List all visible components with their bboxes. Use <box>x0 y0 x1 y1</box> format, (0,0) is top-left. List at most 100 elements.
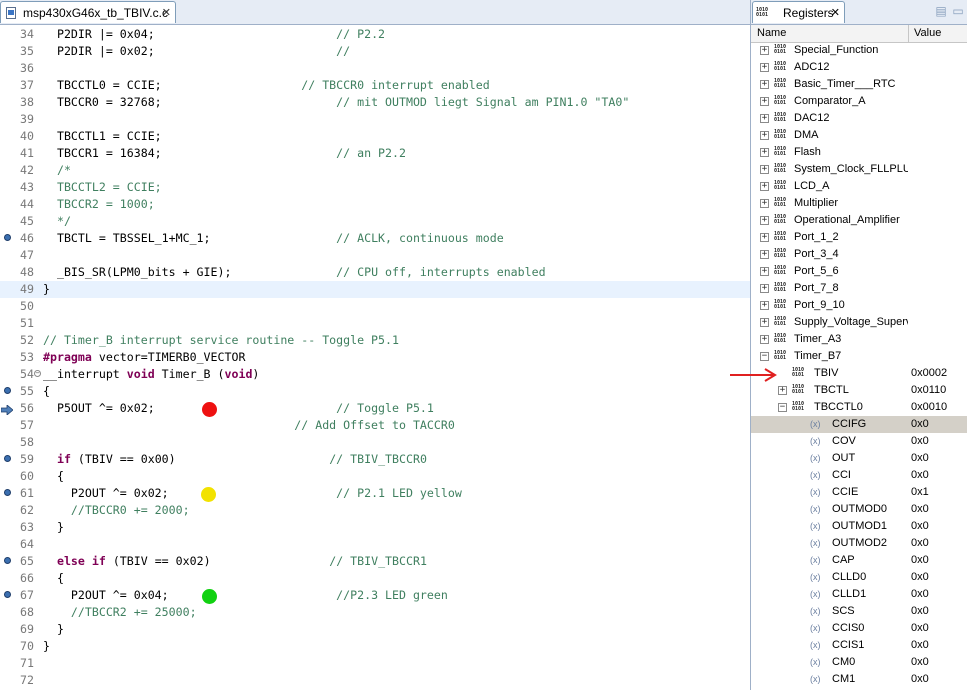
register-value[interactable]: 0x0 <box>911 518 929 535</box>
register-row[interactable]: +1010 0101 TBCTL 0x0110 <box>751 382 967 399</box>
expand-icon[interactable]: + <box>760 250 769 259</box>
breakpoint-marker-icon[interactable] <box>4 387 11 394</box>
code-line[interactable]: 68 //TBCCR2 += 25000; <box>0 604 750 621</box>
code-text[interactable]: /* <box>43 162 71 179</box>
register-value[interactable]: 0x0 <box>911 450 929 467</box>
register-value[interactable]: 0x0 <box>911 467 929 484</box>
code-line[interactable]: 58 <box>0 434 750 451</box>
code-line[interactable]: 38 TBCCR0 = 32768; // mit OUTMOD liegt S… <box>0 94 750 111</box>
code-text[interactable]: P5OUT ^= 0x02; // Toggle P5.1 <box>43 400 434 417</box>
register-row[interactable]: (x) OUTMOD2 0x0 <box>751 535 967 552</box>
code-text[interactable]: // Timer_B interrupt service routine -- … <box>43 332 399 349</box>
register-row[interactable]: +1010 0101 Port_9_10 <box>751 297 967 314</box>
code-line[interactable]: 34 P2DIR |= 0x04; // P2.2 <box>0 26 750 43</box>
code-text[interactable]: TBCCTL0 = CCIE; // TBCCR0 interrupt enab… <box>43 77 490 94</box>
expand-icon[interactable]: + <box>760 80 769 89</box>
code-text[interactable]: { <box>43 570 64 587</box>
code-line[interactable]: 59 if (TBIV == 0x00) // TBIV_TBCCR0 <box>0 451 750 468</box>
register-value[interactable]: 0x0 <box>911 416 929 433</box>
register-value[interactable]: 0x0 <box>911 654 929 671</box>
code-text[interactable]: P2DIR |= 0x04; // P2.2 <box>43 26 385 43</box>
code-text[interactable]: } <box>43 621 64 638</box>
register-value[interactable]: 0x0002 <box>911 365 947 382</box>
expand-icon[interactable]: + <box>760 97 769 106</box>
code-text[interactable]: P2DIR |= 0x02; // <box>43 43 350 60</box>
registers-view[interactable]: 1010 0101 Registers ✕ ▤ ▭ Name Value +101… <box>750 0 967 690</box>
code-editor[interactable]: msp430xG46x_tb_TBIV.c.c ✕ 34 P2DIR |= 0x… <box>0 0 750 690</box>
register-row[interactable]: (x) CCIE 0x1 <box>751 484 967 501</box>
code-line[interactable]: 70} <box>0 638 750 655</box>
register-row[interactable]: +1010 0101 Port_1_2 <box>751 229 967 246</box>
expand-icon[interactable]: + <box>760 199 769 208</box>
code-text[interactable]: } <box>43 519 64 536</box>
register-row[interactable]: +1010 0101 Port_3_4 <box>751 246 967 263</box>
code-text[interactable]: TBCCTL2 = CCIE; <box>43 179 162 196</box>
register-row[interactable]: (x) CLLD1 0x0 <box>751 586 967 603</box>
expand-icon[interactable]: + <box>760 63 769 72</box>
expand-icon[interactable]: + <box>760 114 769 123</box>
code-text[interactable]: P2OUT ^= 0x02; // P2.1 LED yellow <box>43 485 462 502</box>
code-line[interactable]: 72 <box>0 672 750 689</box>
register-row[interactable]: 1010 0101 TBIV 0x0002 <box>751 365 967 382</box>
register-value[interactable]: 0x0 <box>911 603 929 620</box>
code-text[interactable]: #pragma vector=TIMERB0_VECTOR <box>43 349 245 366</box>
code-text[interactable]: TBCCR1 = 16384; // an P2.2 <box>43 145 406 162</box>
expand-icon[interactable]: + <box>760 165 769 174</box>
code-text[interactable]: TBCCR2 = 1000; <box>43 196 155 213</box>
register-row[interactable]: (x) OUT 0x0 <box>751 450 967 467</box>
code-text[interactable]: */ <box>43 213 71 230</box>
register-row[interactable]: (x) CM1 0x0 <box>751 671 967 688</box>
collapse-icon[interactable]: − <box>760 352 769 361</box>
register-value[interactable]: 0x0 <box>911 671 929 688</box>
code-line[interactable]: 63 } <box>0 519 750 536</box>
expand-icon[interactable]: + <box>760 233 769 242</box>
register-row[interactable]: +10100101 Supply_Voltage_Supervisor <box>751 314 967 331</box>
column-separator[interactable] <box>908 25 909 42</box>
code-line[interactable]: 55 { <box>0 383 750 400</box>
registers-tab[interactable]: 1010 0101 Registers ✕ <box>752 1 845 23</box>
register-row[interactable]: (x) COV 0x0 <box>751 433 967 450</box>
register-value[interactable]: 0x0 <box>911 637 929 654</box>
register-value[interactable]: 0x0 <box>911 535 929 552</box>
code-text[interactable]: //TBCCR2 += 25000; <box>43 604 197 621</box>
code-area[interactable]: 34 P2DIR |= 0x04; // P2.2 35 P2DIR |= 0x0… <box>0 25 750 690</box>
close-icon[interactable]: ✕ <box>162 2 171 24</box>
register-value[interactable]: 0x0110 <box>911 382 946 399</box>
breakpoint-marker-icon[interactable] <box>4 455 11 462</box>
register-row[interactable]: +1010 0101 ADC12 <box>751 59 967 76</box>
expand-icon[interactable]: + <box>760 318 769 327</box>
code-line[interactable]: 41 TBCCR1 = 16384; // an P2.2 <box>0 145 750 162</box>
code-line[interactable]: 65 else if (TBIV == 0x02) // TBIV_TBCCR1 <box>0 553 750 570</box>
register-row[interactable]: (x) SCS 0x0 <box>751 603 967 620</box>
register-value[interactable]: 0x0 <box>911 620 929 637</box>
collapse-icon[interactable]: − <box>778 403 787 412</box>
register-row[interactable]: +1010 0101 Comparator_A <box>751 93 967 110</box>
expand-icon[interactable]: + <box>760 216 769 225</box>
register-row[interactable]: +1010 0101 Operational_Amplifier <box>751 212 967 229</box>
register-row[interactable]: −1010 0101 TBCCTL0 0x0010 <box>751 399 967 416</box>
code-line[interactable]: 46 TBCTL = TBSSEL_1+MC_1; // ACLK, conti… <box>0 230 750 247</box>
register-row[interactable]: (x) CCIFG 0x0 <box>751 416 967 433</box>
expand-icon[interactable]: + <box>760 46 769 55</box>
code-text[interactable]: TBCCTL1 = CCIE; <box>43 128 162 145</box>
register-row[interactable]: +1010 0101 Special_Function <box>751 42 967 59</box>
code-line[interactable]: 64 <box>0 536 750 553</box>
register-value[interactable]: 0x0 <box>911 552 929 569</box>
code-line[interactable]: 39 <box>0 111 750 128</box>
code-text[interactable]: else if (TBIV == 0x02) // TBIV_TBCCR1 <box>43 553 427 570</box>
minimize-icon[interactable]: ▭ <box>951 5 965 18</box>
view-menu-icon[interactable]: ▤ <box>934 5 948 18</box>
code-line[interactable]: 44 TBCCR2 = 1000; <box>0 196 750 213</box>
code-line[interactable]: 51 <box>0 315 750 332</box>
column-header-name[interactable]: Name <box>757 25 786 42</box>
register-row[interactable]: (x) CCIS1 0x0 <box>751 637 967 654</box>
code-line[interactable]: 40 TBCCTL1 = CCIE; <box>0 128 750 145</box>
expand-icon[interactable]: + <box>760 182 769 191</box>
code-line[interactable]: 60 { <box>0 468 750 485</box>
code-line[interactable]: 52 // Timer_B interrupt service routine -… <box>0 332 750 349</box>
register-row[interactable]: (x) CM0 0x0 <box>751 654 967 671</box>
expand-icon[interactable]: + <box>760 335 769 344</box>
fold-collapse-icon[interactable]: − <box>34 370 41 377</box>
breakpoint-marker-icon[interactable] <box>4 234 11 241</box>
code-line[interactable]: 67 P2OUT ^= 0x04; //P2.3 LED green <box>0 587 750 604</box>
